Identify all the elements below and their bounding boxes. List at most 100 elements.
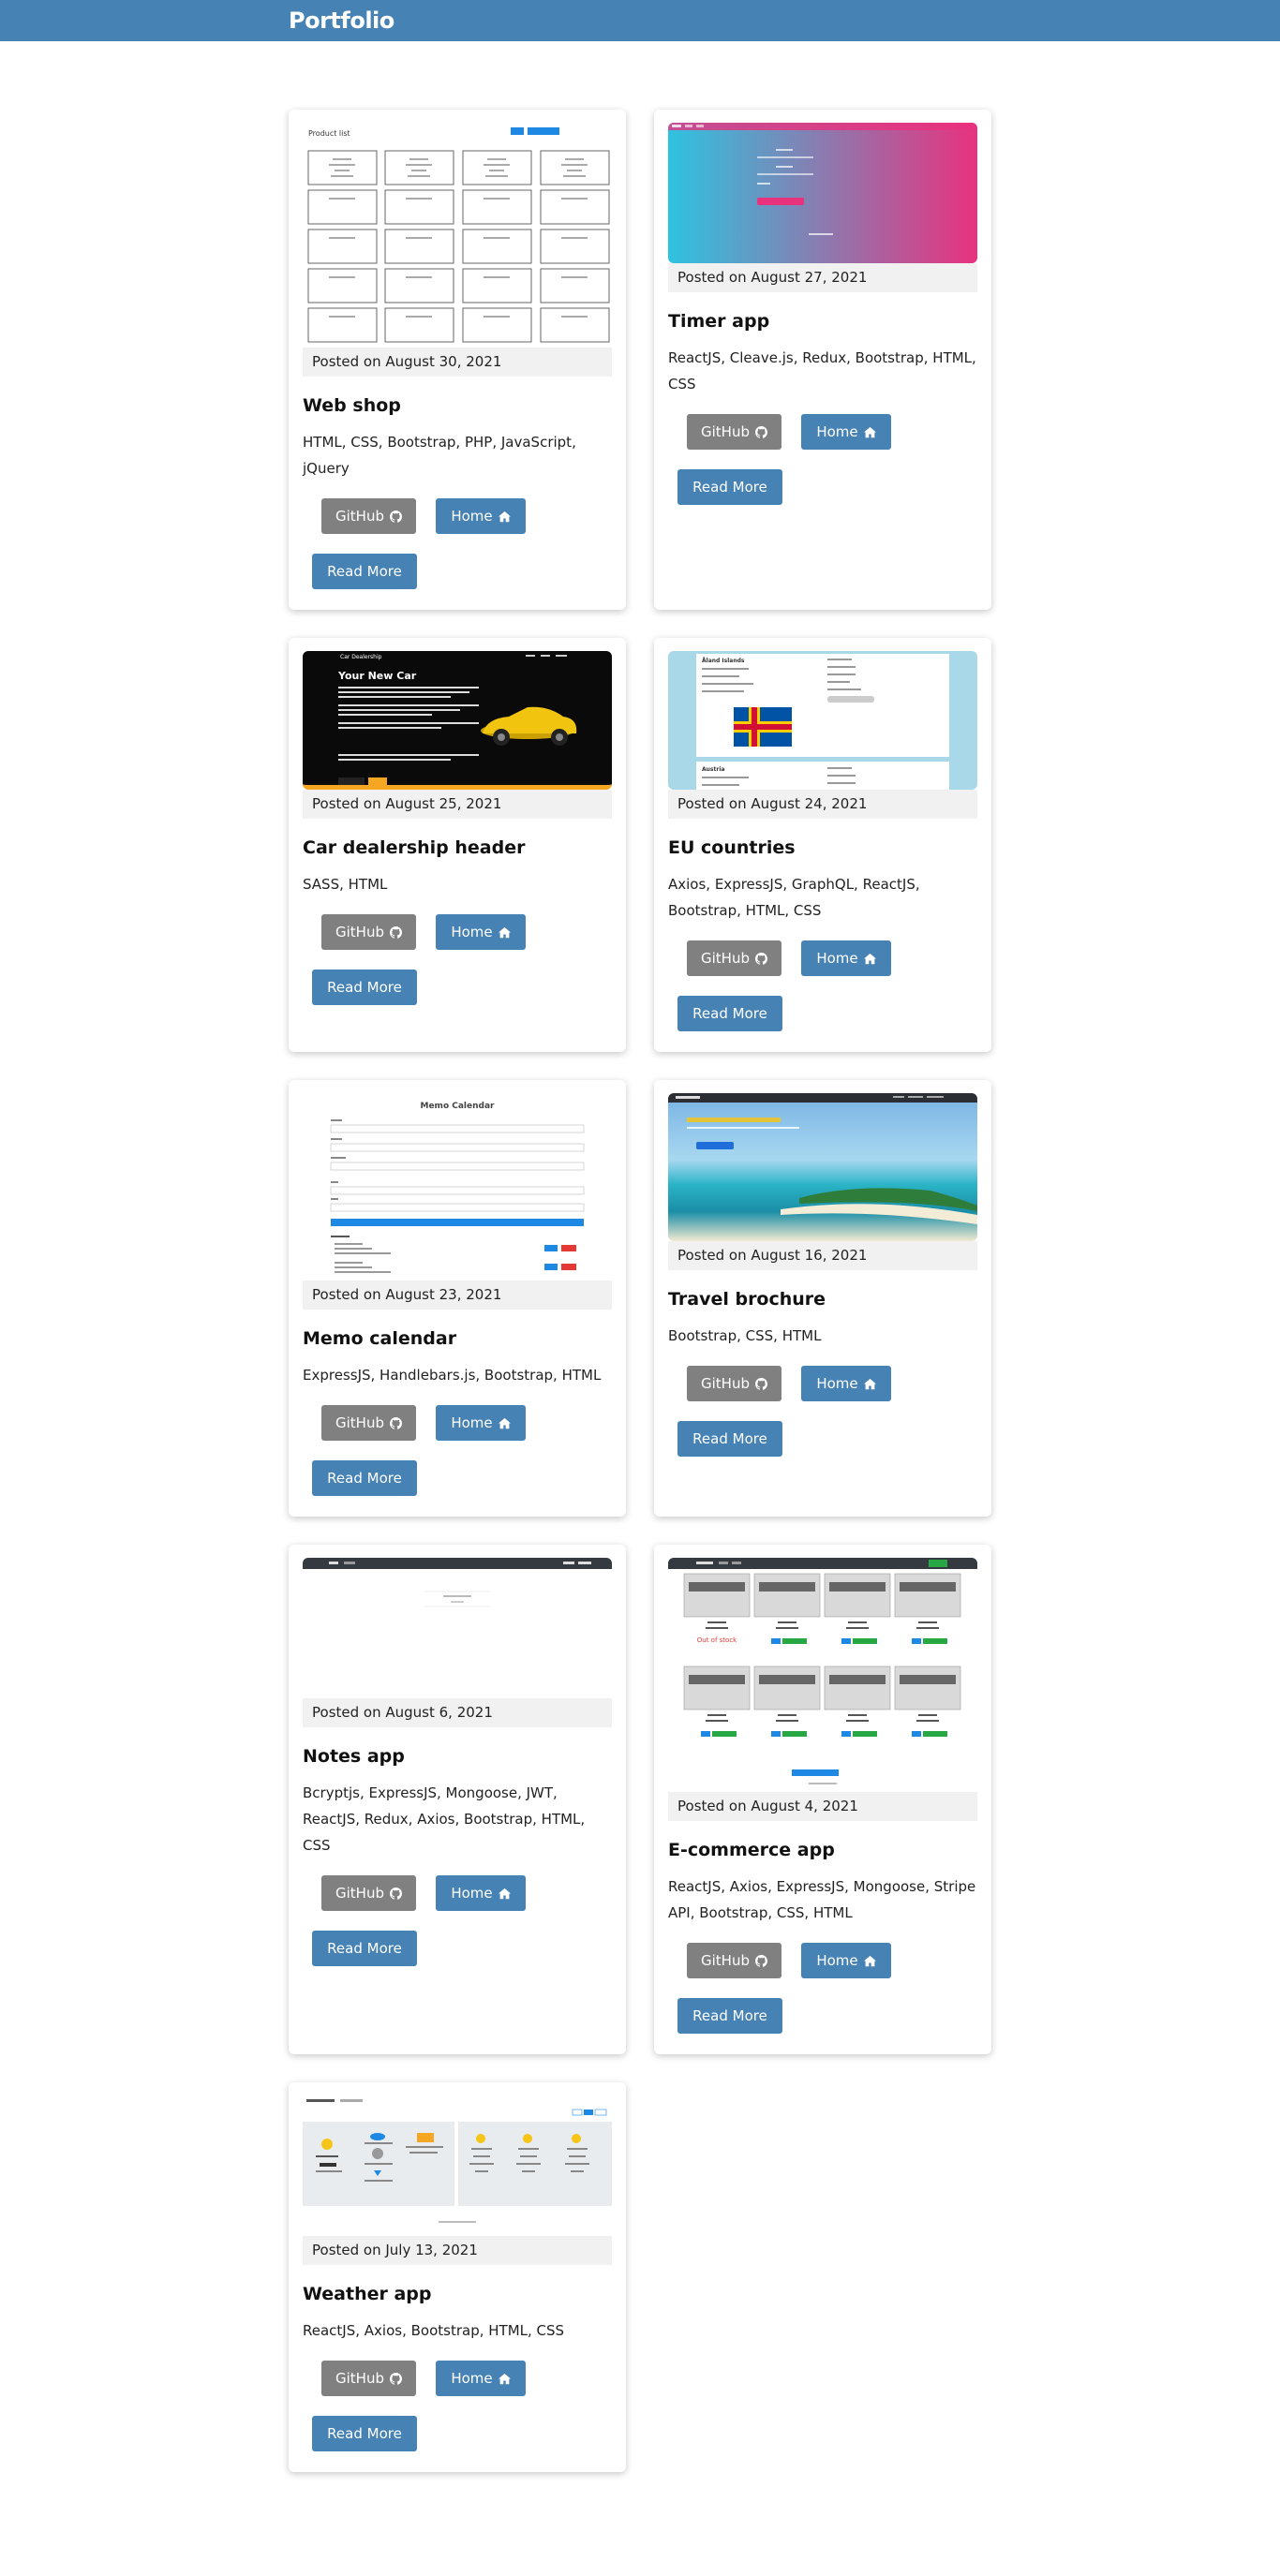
read-more-button[interactable]: Read More — [312, 554, 417, 589]
thumb-heading: Product list — [308, 129, 350, 138]
posted-date: Posted on August 27, 2021 — [668, 263, 977, 292]
github-button-label: GitHub — [335, 1414, 384, 1431]
project-technologies: Bcryptjs, ExpressJS, Mongoose, JWT, Reac… — [303, 1784, 586, 1854]
home-icon — [863, 953, 876, 964]
project-title: Timer app — [668, 311, 770, 332]
github-button[interactable]: GitHub — [687, 1943, 781, 1978]
home-button[interactable]: Home — [436, 1875, 526, 1911]
home-button[interactable]: Home — [436, 2361, 526, 2396]
read-more-button[interactable]: Read More — [312, 970, 417, 1005]
home-icon — [863, 426, 876, 437]
github-button-label: GitHub — [335, 2370, 384, 2387]
read-more-button[interactable]: Read More — [312, 1931, 417, 1966]
read-more-button[interactable]: Read More — [677, 1421, 782, 1457]
project-card: Posted on August 16, 2021 Travel brochur… — [654, 1080, 991, 1517]
posted-date: Posted on August 6, 2021 — [303, 1698, 612, 1727]
project-technologies: ReactJS, Cleave.js, Redux, Bootstrap, HT… — [668, 349, 976, 392]
project-thumbnail[interactable]: Product list — [303, 123, 612, 348]
github-button[interactable]: GitHub — [321, 1875, 416, 1911]
github-button-label: GitHub — [335, 924, 384, 940]
github-button[interactable]: GitHub — [687, 414, 781, 450]
home-icon — [863, 1378, 876, 1389]
home-icon — [498, 1417, 511, 1429]
project-thumbnail[interactable] — [668, 1093, 977, 1241]
read-more-button[interactable]: Read More — [677, 469, 782, 505]
home-button[interactable]: Home — [436, 498, 526, 534]
read-more-button[interactable]: Read More — [677, 996, 782, 1031]
github-icon — [389, 2372, 402, 2385]
home-button-label: Home — [451, 1414, 493, 1431]
project-title: EU countries — [668, 837, 796, 858]
github-button-label: GitHub — [335, 508, 384, 525]
github-button-label: GitHub — [335, 1885, 384, 1902]
project-card: Car Dealership Your New Car Posted on Au… — [289, 638, 626, 1052]
project-technologies: Axios, ExpressJS, GraphQL, ReactJS, Boot… — [668, 876, 920, 919]
project-title: Memo calendar — [303, 1328, 457, 1349]
read-more-button[interactable]: Read More — [312, 2416, 417, 2451]
home-button[interactable]: Home — [801, 1366, 891, 1401]
thumb-out-of-stock: Out of stock — [697, 1636, 737, 1644]
home-button[interactable]: Home — [801, 1943, 891, 1978]
thumb-heading: Memo Calendar — [421, 1102, 496, 1111]
github-button-label: GitHub — [701, 950, 750, 967]
home-button[interactable]: Home — [436, 1405, 526, 1441]
project-title: Travel brochure — [668, 1289, 826, 1310]
home-button-label: Home — [451, 508, 493, 525]
project-card: Out of stock Posted on August 4, 2021 E-… — [654, 1545, 991, 2054]
github-button[interactable]: GitHub — [321, 2361, 416, 2396]
github-button[interactable]: GitHub — [321, 914, 416, 950]
github-button[interactable]: GitHub — [687, 1366, 781, 1401]
github-button[interactable]: GitHub — [321, 1405, 416, 1441]
project-grid: Product list Posted on August 30, 2021 W… — [289, 110, 991, 2472]
project-technologies: ReactJS, Axios, Bootstrap, HTML, CSS — [303, 2322, 565, 2339]
github-icon — [754, 425, 767, 438]
home-button[interactable]: Home — [801, 414, 891, 450]
posted-date: Posted on July 13, 2021 — [303, 2236, 612, 2265]
project-title: E-commerce app — [668, 1840, 835, 1860]
project-card: Posted on August 6, 2021 Notes app Bcryp… — [289, 1545, 626, 2054]
github-button[interactable]: GitHub — [321, 498, 416, 534]
project-title: Notes app — [303, 1746, 405, 1767]
project-thumbnail[interactable]: Memo Calendar — [303, 1093, 612, 1281]
project-thumbnail[interactable]: Car Dealership Your New Car — [303, 651, 612, 790]
home-button[interactable]: Home — [801, 940, 891, 976]
thumb-brand: Car Dealership — [340, 654, 382, 660]
project-title: Web shop — [303, 395, 401, 416]
project-technologies: ReactJS, Axios, ExpressJS, Mongoose, Str… — [668, 1878, 976, 1921]
github-icon — [754, 952, 767, 965]
posted-date: Posted on August 25, 2021 — [303, 790, 612, 819]
github-icon — [389, 510, 402, 523]
project-technologies: SASS, HTML — [303, 876, 388, 893]
project-thumbnail[interactable] — [668, 123, 977, 263]
project-technologies: HTML, CSS, Bootstrap, PHP, JavaScript, j… — [303, 434, 576, 477]
home-icon — [498, 2373, 511, 2384]
posted-date: Posted on August 24, 2021 — [668, 790, 977, 819]
github-button-label: GitHub — [701, 423, 750, 440]
github-icon — [389, 1887, 402, 1900]
project-thumbnail[interactable] — [303, 1558, 612, 1698]
github-icon — [754, 1954, 767, 1967]
home-icon — [498, 511, 511, 522]
project-card: Posted on July 13, 2021 Weather app Reac… — [289, 2082, 626, 2472]
project-title: Car dealership header — [303, 837, 526, 858]
project-technologies: ExpressJS, Handlebars.js, Bootstrap, HTM… — [303, 1367, 602, 1384]
project-thumbnail[interactable]: Out of stock — [668, 1558, 977, 1792]
home-button-label: Home — [451, 924, 493, 940]
github-button[interactable]: GitHub — [687, 940, 781, 976]
read-more-button[interactable]: Read More — [677, 1998, 782, 2034]
project-thumbnail[interactable] — [303, 2095, 612, 2236]
posted-date: Posted on August 30, 2021 — [303, 348, 612, 377]
brand-logo[interactable]: Portfolio — [289, 7, 394, 34]
home-icon — [498, 1888, 511, 1899]
home-button-label: Home — [816, 950, 858, 967]
github-icon — [754, 1377, 767, 1390]
home-button[interactable]: Home — [436, 914, 526, 950]
project-thumbnail[interactable]: Åland Islands Austria — [668, 651, 977, 790]
github-button-label: GitHub — [701, 1375, 750, 1392]
github-icon — [389, 925, 402, 939]
github-icon — [389, 1416, 402, 1429]
posted-date: Posted on August 4, 2021 — [668, 1792, 977, 1821]
read-more-button[interactable]: Read More — [312, 1460, 417, 1496]
top-navbar: Portfolio — [0, 0, 1280, 41]
project-card: Posted on August 27, 2021 Timer app Reac… — [654, 110, 991, 610]
